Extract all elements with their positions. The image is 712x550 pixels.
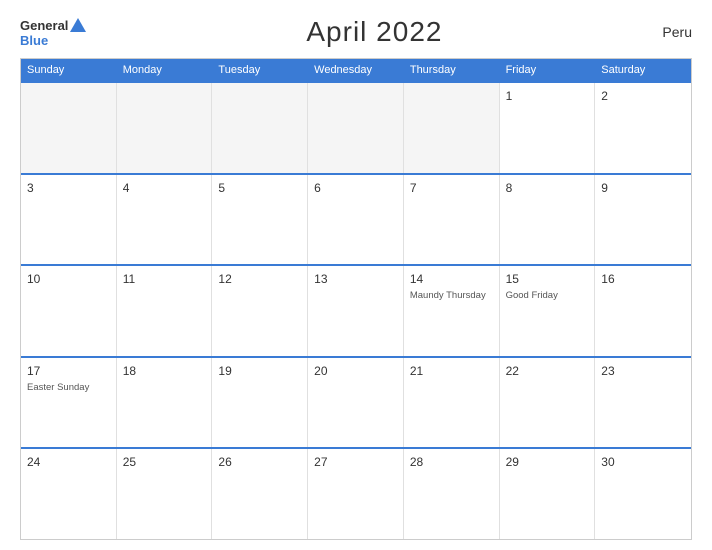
day-number: 19 [218,363,301,380]
header-wednesday: Wednesday [308,59,404,81]
day-number: 24 [27,454,110,471]
day-cell: 1 [500,83,596,173]
day-cell: 14 Maundy Thursday [404,266,500,356]
day-cell: 12 [212,266,308,356]
day-event: Maundy Thursday [410,290,493,302]
day-headers: Sunday Monday Tuesday Wednesday Thursday… [21,59,691,81]
day-number: 30 [601,454,685,471]
day-cell: 29 [500,449,596,539]
week-row-1: 12 [21,81,691,173]
day-cell: 13 [308,266,404,356]
day-cell: 23 [595,358,691,448]
day-number: 28 [410,454,493,471]
day-cell: 26 [212,449,308,539]
day-number: 12 [218,271,301,288]
logo-general-text: General [20,19,68,32]
header-thursday: Thursday [404,59,500,81]
header-friday: Friday [500,59,596,81]
day-number: 26 [218,454,301,471]
day-cell: 4 [117,175,213,265]
day-cell [117,83,213,173]
day-cell: 10 [21,266,117,356]
day-cell: 15 Good Friday [500,266,596,356]
week-row-2: 3456789 [21,173,691,265]
day-cell: 30 [595,449,691,539]
day-cell: 11 [117,266,213,356]
header-monday: Monday [117,59,213,81]
page: General Blue April 2022 Peru Sunday Mond… [0,0,712,550]
day-number: 25 [123,454,206,471]
day-cell: 28 [404,449,500,539]
day-number: 10 [27,271,110,288]
day-number: 2 [601,88,685,105]
day-cell [212,83,308,173]
day-event: Easter Sunday [27,382,110,394]
week-row-3: 10 11 12 13 14 Maundy Thursday 15 Good Friday 16 [21,264,691,356]
day-cell: 5 [212,175,308,265]
day-cell: 18 [117,358,213,448]
logo-triangle-icon [70,18,86,32]
day-cell: 20 [308,358,404,448]
day-cell: 6 [308,175,404,265]
day-number: 17 [27,363,110,380]
logo-block: General Blue [20,18,86,47]
header-saturday: Saturday [595,59,691,81]
day-cell: 9 [595,175,691,265]
day-number: 8 [506,180,589,197]
day-number: 11 [123,271,206,288]
day-number: 9 [601,180,685,197]
day-number: 29 [506,454,589,471]
day-number: 4 [123,180,206,197]
weeks-container: 1234567891011121314Maundy Thursday15Good… [21,81,691,539]
day-cell: 27 [308,449,404,539]
day-cell: 24 [21,449,117,539]
day-cell: 16 [595,266,691,356]
day-number: 22 [506,363,589,380]
day-number: 16 [601,271,685,288]
day-cell: 22 [500,358,596,448]
day-cell [308,83,404,173]
day-number: 3 [27,180,110,197]
day-number: 20 [314,363,397,380]
day-number: 21 [410,363,493,380]
day-cell: 8 [500,175,596,265]
day-number: 14 [410,271,493,288]
calendar: Sunday Monday Tuesday Wednesday Thursday… [20,58,692,540]
logo: General Blue [20,18,86,47]
day-number: 23 [601,363,685,380]
day-cell: 21 [404,358,500,448]
header-sunday: Sunday [21,59,117,81]
day-event: Good Friday [506,290,589,302]
week-row-4: 17 Easter Sunday 18 19 20 21 22 23 [21,356,691,448]
day-cell: 2 [595,83,691,173]
day-number: 13 [314,271,397,288]
day-cell: 19 [212,358,308,448]
header-tuesday: Tuesday [212,59,308,81]
day-number: 5 [218,180,301,197]
day-cell [404,83,500,173]
logo-blue-text: Blue [20,34,48,47]
week-row-5: 24 25 26 27 28 29 30 [21,447,691,539]
day-number: 7 [410,180,493,197]
header: General Blue April 2022 Peru [20,16,692,48]
day-cell: 25 [117,449,213,539]
day-number: 27 [314,454,397,471]
day-number: 18 [123,363,206,380]
day-cell: 17 Easter Sunday [21,358,117,448]
month-title: April 2022 [306,16,442,48]
day-cell [21,83,117,173]
country-label: Peru [662,24,692,40]
day-number: 1 [506,88,589,105]
logo-top-row: General [20,18,86,34]
day-cell: 3 [21,175,117,265]
day-number: 15 [506,271,589,288]
day-cell: 7 [404,175,500,265]
day-number: 6 [314,180,397,197]
